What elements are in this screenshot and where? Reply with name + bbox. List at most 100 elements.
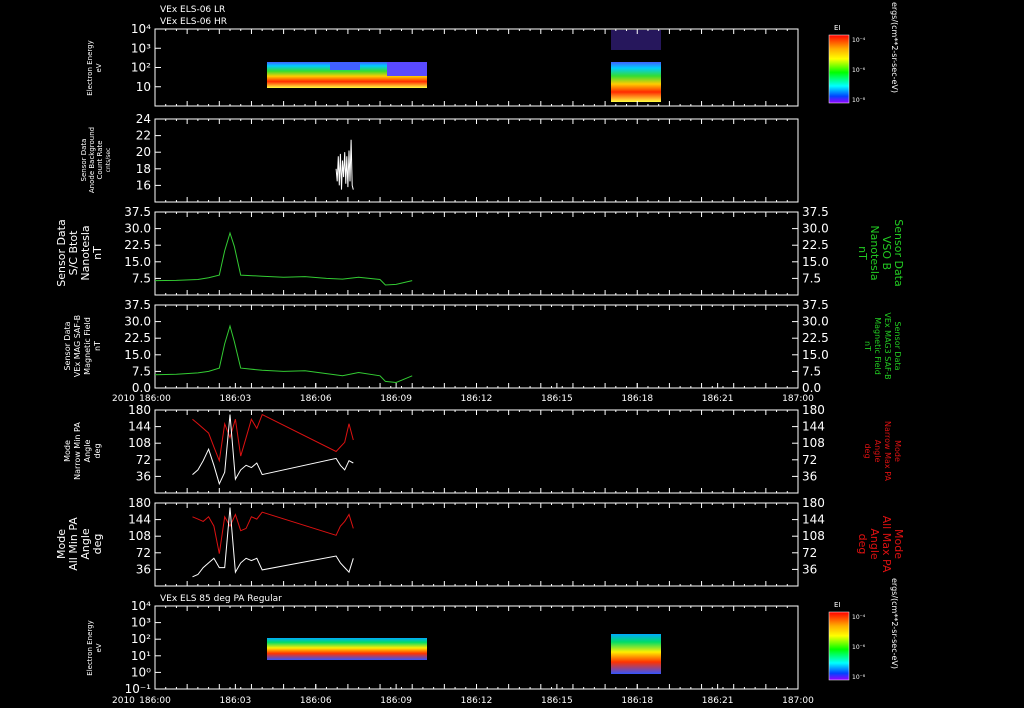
y-tick-label: 180: [128, 403, 151, 417]
time-tick-label: 186:00: [139, 696, 171, 706]
y-tick-label: 10: [136, 80, 151, 94]
colorbar-tick: 10⁻⁸: [852, 97, 866, 104]
panel4-ylabel-line3: Magnetic Field: [83, 317, 92, 375]
y-tick-label: 7.5: [132, 364, 151, 378]
btot-trace: [154, 231, 413, 286]
spectrogram-dropout: [330, 62, 360, 70]
colorbar-label: EI: [834, 601, 841, 609]
panel-sc-btot: Sensor Data S/C Btot Nanotesla nT Sensor…: [55, 205, 905, 296]
y-tick-label-right: 144: [802, 513, 825, 527]
y-tick-label-right: 22.5: [802, 331, 829, 345]
panel7-ylabel-line2: eV: [95, 643, 103, 652]
panel-mag-saf-b: Sensor Data VEx MAG SAF-B Magnetic Field…: [63, 298, 902, 395]
panel3-rlabel-line4: nT: [856, 246, 869, 260]
y-tick-label: 15.0: [124, 255, 151, 269]
y-tick-label: 72: [136, 546, 151, 560]
panel4-rlabel-line3: Magnetic Field: [873, 317, 882, 375]
spectrogram-block-2: [611, 634, 661, 674]
colorbar-tick: 10⁻⁶: [852, 67, 866, 74]
panel2-ylabel-line2: Anode Background: [88, 127, 96, 193]
time-tick-label: 186:03: [220, 394, 252, 404]
colorbar-units: ergs/(cm**2-sr-sec-eV): [890, 578, 899, 669]
colorbar-tick: 10⁻⁴: [852, 614, 866, 621]
y-tick-label: 10¹: [131, 649, 151, 663]
panel-frame: [154, 118, 799, 203]
colorbar-2: EI 10⁻⁴ 10⁻⁶ 10⁻⁸ ergs/(cm**2-sr-sec-eV): [828, 578, 899, 681]
time-tick-label: 186:03: [220, 696, 252, 706]
panel5-rlabel-line1: Mode: [893, 440, 902, 462]
y-tick-label: 10⁴: [131, 22, 151, 36]
y-tick-label-right: 72: [802, 453, 817, 467]
panel5-rlabel-line2: Narrow Max PA: [883, 421, 892, 482]
header-line-1: VEx ELS-06 LR: [160, 5, 225, 15]
panel1-ylabel-line1: Electron Energy: [86, 40, 94, 95]
panel2-ylabel-line1: Sensor Data: [80, 139, 88, 182]
y-tick-label: 37.5: [124, 205, 151, 219]
narrow-max-pa-trace: [192, 413, 354, 463]
els-summary-plot: VEx ELS-06 LR VEx ELS-06 HR Electron Ene…: [55, 2, 905, 706]
panel4-rlabel-line2: VEx MAG3 SAF-B: [883, 312, 892, 379]
panel7-title: VEx ELS 85 deg PA Regular: [160, 594, 282, 604]
y-tick-label-right: 108: [802, 529, 825, 543]
y-tick-label: 15.0: [124, 348, 151, 362]
y-tick-label: 108: [128, 529, 151, 543]
y-tick-label: 10⁻¹: [125, 682, 152, 696]
colorbar-tick: 10⁻⁸: [852, 674, 866, 681]
spectrogram-block-2: [611, 62, 661, 102]
y-tick-label-right: 37.5: [802, 205, 829, 219]
y-tick-label: 30.0: [124, 222, 151, 236]
colorbar-label: EI: [834, 24, 841, 32]
y-tick-label: 36: [136, 469, 151, 483]
time-tick-label: 186:06: [300, 394, 332, 404]
panel6-rlabel-line4: deg: [856, 534, 869, 555]
y-tick-label: 144: [128, 420, 151, 434]
panel4-ylabel-line2: VEx MAG SAF-B: [73, 315, 82, 377]
colorbar-gradient: [828, 34, 850, 104]
y-tick-label-right: 30.0: [802, 315, 829, 329]
y-tick-label-right: 0.0: [802, 381, 821, 395]
panel1-ylabel-line2: eV: [95, 63, 103, 72]
time-tick-label: 186:15: [541, 696, 573, 706]
panel-frame: [154, 304, 799, 389]
y-tick-label-right: 30.0: [802, 222, 829, 236]
panel-frame: [154, 409, 799, 494]
y-tick-label: 10⁴: [131, 599, 151, 613]
time-tick-label: 186:18: [621, 394, 653, 404]
y-tick-label-right: 36: [802, 562, 817, 576]
panel2-ylabel-line3: Count Rate: [96, 140, 104, 179]
anode-background-trace: [335, 139, 354, 190]
time-axis-year: 2010: [112, 696, 135, 706]
y-tick-label: 22.5: [124, 238, 151, 252]
panel7-ylabel-line1: Electron Energy: [86, 620, 94, 675]
header-line-2: VEx ELS-06 HR: [160, 17, 227, 27]
y-tick-label-right: 180: [802, 403, 825, 417]
y-tick-label-right: 15.0: [802, 348, 829, 362]
time-tick-label: 186:09: [380, 696, 412, 706]
y-tick-label: 20: [136, 145, 151, 159]
time-tick-label: 186:21: [702, 696, 734, 706]
y-tick-label: 18: [136, 162, 151, 176]
panel-frame: [154, 605, 799, 690]
time-tick-label: 187:00: [782, 696, 814, 706]
y-tick-label-right: 15.0: [802, 255, 829, 269]
y-tick-label: 10³: [131, 616, 151, 630]
panel5-ylabel-line1: Mode: [63, 440, 72, 462]
spectrogram-dropout: [387, 62, 427, 76]
y-tick-label: 36: [136, 562, 151, 576]
colorbar-units: ergs/(cm**2-sr-sec-eV): [890, 2, 899, 93]
time-tick-label: 186:12: [461, 394, 493, 404]
y-tick-label-right: 36: [802, 469, 817, 483]
spectrogram-sparse: [611, 30, 661, 50]
panel4-ylabel-line4: nT: [93, 341, 102, 351]
spectrogram-block-1: [267, 638, 427, 660]
y-tick-label: 24: [136, 112, 151, 126]
y-tick-label: 72: [136, 453, 151, 467]
panel5-ylabel-line2: Narrow Min PA: [73, 422, 82, 480]
panel-els-85-pa: Electron Energy eV 10⁴ 10³ 10² 10¹ 10⁰ 10⁻¹: [86, 599, 799, 696]
time-tick-label: 186:15: [541, 394, 573, 404]
time-tick-label: 186:18: [621, 696, 653, 706]
y-tick-label: 108: [128, 436, 151, 450]
all-max-pa-trace: [192, 511, 354, 554]
y-tick-label: 10²: [131, 632, 151, 646]
y-tick-label-right: 108: [802, 436, 825, 450]
